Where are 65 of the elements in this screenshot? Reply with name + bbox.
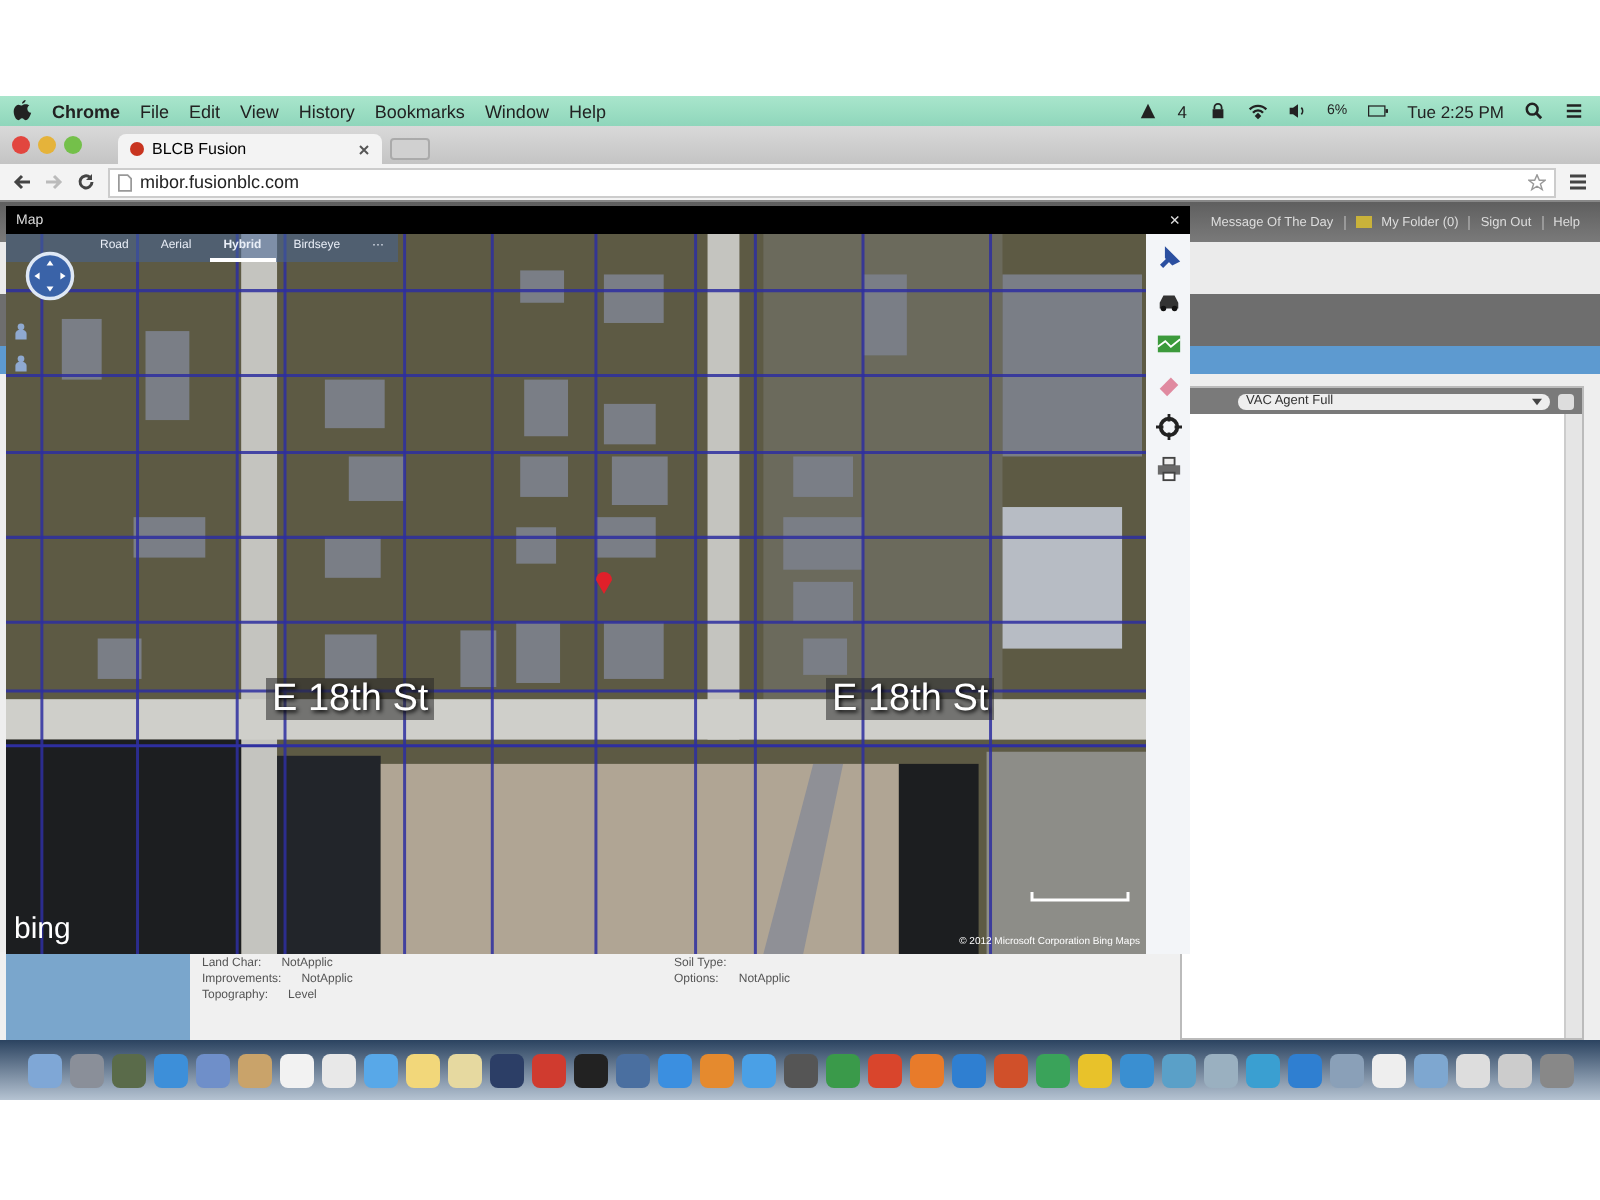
- lock-icon[interactable]: [1207, 102, 1228, 120]
- printer-icon[interactable]: [1155, 456, 1181, 482]
- menu-item[interactable]: Window: [484, 101, 549, 121]
- app-icon[interactable]: [489, 1053, 523, 1087]
- volume-icon[interactable]: [1287, 102, 1308, 120]
- app-icon[interactable]: [321, 1053, 355, 1087]
- close-button[interactable]: ×: [1169, 210, 1180, 230]
- app-icon[interactable]: [1371, 1053, 1405, 1087]
- person-icon[interactable]: [14, 322, 28, 340]
- forward-icon[interactable]: [44, 172, 64, 192]
- app-icon[interactable]: [699, 1053, 733, 1087]
- apple-icon[interactable]: [12, 100, 32, 122]
- zoom-window-button[interactable]: [64, 136, 82, 154]
- app-icon[interactable]: [1497, 1053, 1531, 1087]
- app-icon[interactable]: [237, 1053, 271, 1087]
- menu-item[interactable]: View: [240, 101, 279, 121]
- panel-button[interactable]: [1558, 393, 1574, 409]
- app-menu[interactable]: Chrome: [52, 101, 121, 121]
- caret-icon: [1532, 397, 1542, 405]
- person-icon[interactable]: [14, 354, 28, 372]
- wifi-icon[interactable]: [1247, 102, 1268, 120]
- app-icon[interactable]: [1413, 1053, 1447, 1087]
- list-icon[interactable]: [1564, 102, 1584, 120]
- scrollbar[interactable]: [1564, 414, 1582, 1038]
- search-icon[interactable]: [1524, 102, 1544, 120]
- compass-icon[interactable]: [24, 250, 76, 302]
- app-icon[interactable]: [1329, 1053, 1363, 1087]
- close-window-button[interactable]: [12, 136, 30, 154]
- clock[interactable]: Tue 2:25 PM: [1407, 101, 1504, 121]
- menu-icon[interactable]: [1568, 172, 1588, 192]
- reload-icon[interactable]: [76, 172, 96, 192]
- menu-item[interactable]: History: [298, 101, 355, 121]
- street-label: E 18th St: [266, 678, 435, 720]
- folder-icon: [1355, 216, 1372, 228]
- pushpin-icon[interactable]: [1155, 246, 1181, 272]
- app-icon[interactable]: [447, 1053, 481, 1087]
- app-icon[interactable]: [573, 1053, 607, 1087]
- crosshair-icon[interactable]: [1155, 414, 1181, 440]
- app-icon[interactable]: [1203, 1053, 1237, 1087]
- menu-item[interactable]: Bookmarks: [374, 101, 465, 121]
- close-tab-icon[interactable]: [358, 143, 370, 155]
- app-icon[interactable]: [405, 1053, 439, 1087]
- menu-item[interactable]: Help: [568, 101, 606, 121]
- address-field[interactable]: mibor.fusionblc.com: [108, 167, 1556, 197]
- bookmark-star-icon[interactable]: [1528, 173, 1546, 191]
- street-label: E 18th St: [826, 678, 995, 720]
- browser-tab[interactable]: BLCB Fusion: [118, 134, 382, 164]
- app-icon[interactable]: [279, 1053, 313, 1087]
- app-icon[interactable]: [1455, 1053, 1489, 1087]
- menu-item[interactable]: Edit: [189, 101, 221, 121]
- app-icon[interactable]: [27, 1053, 61, 1087]
- battery-icon[interactable]: [1367, 102, 1388, 120]
- app-icon[interactable]: [363, 1053, 397, 1087]
- page-icon: [118, 173, 132, 191]
- map-layer-icon[interactable]: [1155, 330, 1181, 356]
- status-count[interactable]: 4: [1177, 101, 1188, 121]
- map-logo: bing: [14, 912, 71, 946]
- new-tab-button[interactable]: [390, 138, 430, 160]
- menu-item[interactable]: File: [140, 101, 170, 121]
- site-favicon-icon: [130, 142, 144, 156]
- map-pin-icon: [594, 570, 614, 594]
- scale-bar-icon: [1030, 890, 1130, 902]
- app-icon[interactable]: [1077, 1053, 1111, 1087]
- back-icon[interactable]: [12, 172, 32, 192]
- app-icon[interactable]: [741, 1053, 775, 1087]
